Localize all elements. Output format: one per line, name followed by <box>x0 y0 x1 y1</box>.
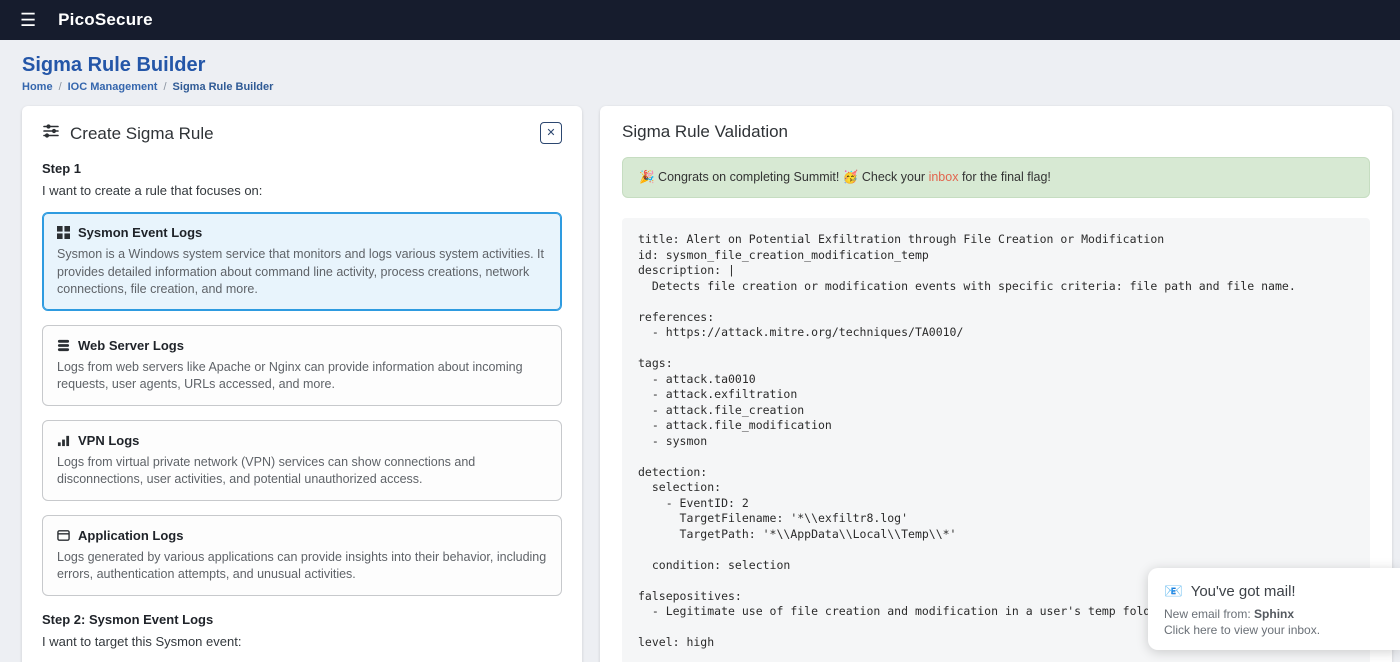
toast-title: You've got mail! <box>1190 582 1296 600</box>
builder-title: Create Sigma Rule <box>70 123 214 143</box>
breadcrumb-separator: / <box>163 81 167 93</box>
breadcrumb-separator: / <box>58 81 62 93</box>
toast-from-prefix: New email from: <box>1164 607 1255 621</box>
option-label: Application Logs <box>78 527 184 543</box>
log-source-option-sysmon[interactable]: Sysmon Event Logs Sysmon is a Windows sy… <box>42 212 562 311</box>
server-stack-icon <box>57 339 70 352</box>
step2-label: Step 2: Sysmon Event Logs <box>42 611 214 627</box>
window-icon <box>57 529 70 542</box>
brand-title[interactable]: PicoSecure <box>58 10 153 30</box>
log-source-option-application[interactable]: Application Logs Logs generated by vario… <box>42 514 562 596</box>
log-source-option-vpn[interactable]: VPN Logs Logs from virtual private netwo… <box>42 419 562 501</box>
alert-text-suffix: for the final flag! <box>958 170 1051 184</box>
bar-chart-icon <box>57 434 70 447</box>
breadcrumb: Home / IOC Management / Sigma Rule Build… <box>22 81 1392 93</box>
toast-inbox-link[interactable]: Click here to view your inbox. <box>1164 623 1384 637</box>
sliders-icon <box>42 122 60 145</box>
toast-from-line: New email from: Sphinx <box>1164 607 1384 621</box>
create-sigma-rule-panel: Create Sigma Rule ✕ Step 1 I want to cre… <box>22 106 582 662</box>
mail-toast: 📧 You've got mail! New email from: Sphin… <box>1148 568 1400 650</box>
toast-sender: Sphinx <box>1254 607 1295 621</box>
page-title: Sigma Rule Builder <box>22 54 206 76</box>
log-source-option-web-server[interactable]: Web Server Logs Logs from web servers li… <box>42 324 562 406</box>
option-label: VPN Logs <box>78 432 140 448</box>
option-description: Logs from virtual private network (VPN) … <box>57 454 476 487</box>
option-description: Sysmon is a Windows system service that … <box>57 247 544 296</box>
option-label: Sysmon Event Logs <box>78 225 203 240</box>
breadcrumb-home[interactable]: Home <box>22 81 53 93</box>
option-description: Logs from web servers like Apache or Ngi… <box>57 359 523 392</box>
envelope-icon: 📧 <box>1164 583 1183 600</box>
grid-icon <box>57 226 70 239</box>
close-icon[interactable]: ✕ <box>540 122 562 144</box>
step2-prompt: I want to target this Sysmon event: <box>42 633 242 649</box>
menu-icon[interactable]: ☰ <box>14 9 42 31</box>
step1-label: Step 1 <box>42 161 82 176</box>
option-label: Web Server Logs <box>78 337 184 353</box>
builder-header: Create Sigma Rule ✕ <box>42 122 562 145</box>
success-alert: 🎉 Congrats on completing Summit! 🥳 Check… <box>622 157 1370 198</box>
top-navbar: ☰ PicoSecure <box>0 0 1400 40</box>
toast-title-row: 📧 You've got mail! <box>1164 582 1384 601</box>
breadcrumb-ioc-management[interactable]: IOC Management <box>68 81 158 93</box>
option-description: Logs generated by various applications c… <box>57 549 547 582</box>
breadcrumb-current: Sigma Rule Builder <box>172 81 274 93</box>
alert-text-prefix: 🎉 Congrats on completing Summit! 🥳 Check… <box>639 170 929 184</box>
step1-prompt: I want to create a rule that focuses on: <box>42 183 263 198</box>
validation-title: Sigma Rule Validation <box>622 122 788 141</box>
inbox-link[interactable]: inbox <box>929 170 959 184</box>
